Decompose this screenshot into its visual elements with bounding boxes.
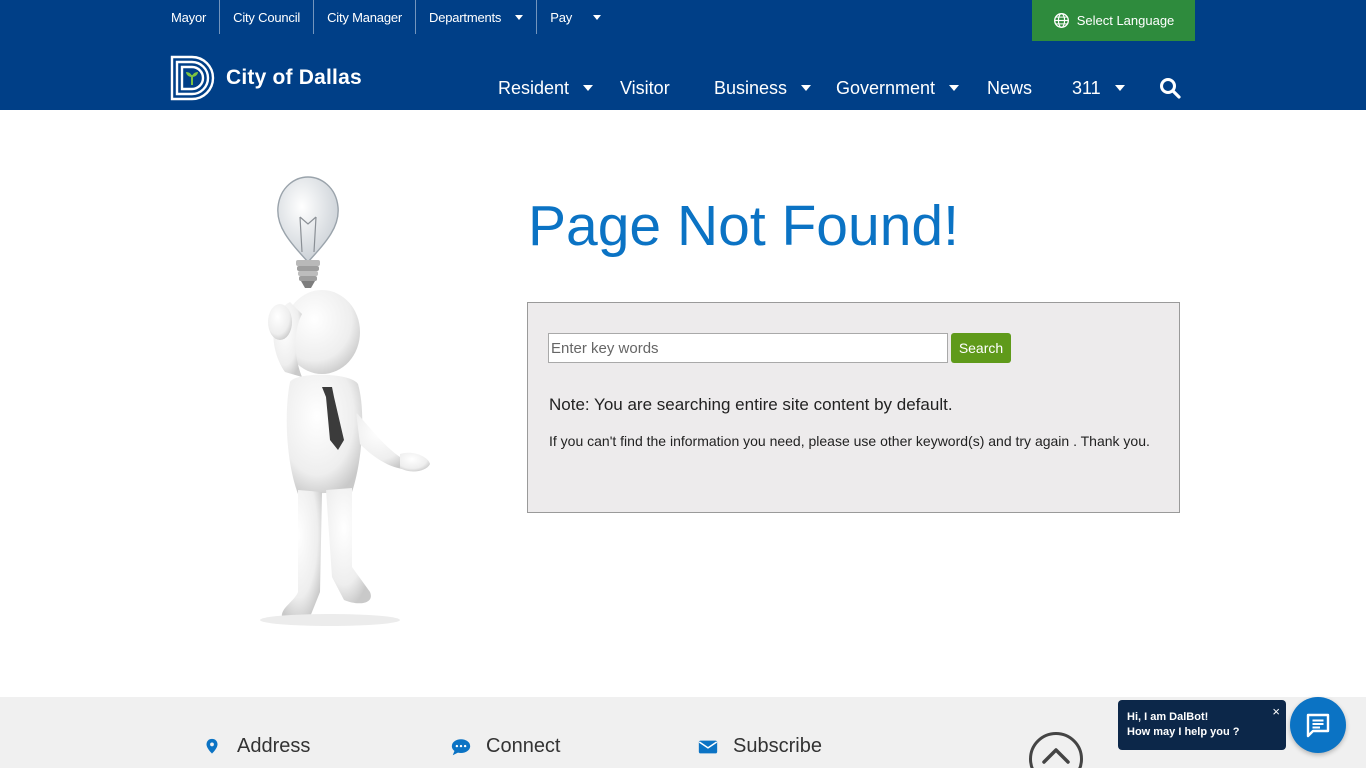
chatbot-greeting-line2: How may I help you ? bbox=[1127, 726, 1240, 738]
footer-address[interactable]: Address bbox=[201, 735, 310, 758]
chevron-up-icon bbox=[1042, 748, 1070, 764]
utility-nav: Mayor City Council City Manager Departme… bbox=[158, 0, 602, 34]
nav-item-label: Government bbox=[836, 77, 936, 98]
nav-item-visitor[interactable]: Visitor bbox=[620, 66, 670, 110]
nav-item-label: Resident bbox=[498, 77, 570, 98]
page-title: Page Not Found! bbox=[528, 194, 959, 258]
chat-icon bbox=[451, 738, 471, 755]
util-link-label: Pay bbox=[550, 9, 573, 25]
footer-address-label: Address bbox=[237, 735, 311, 757]
chatbot-launcher-button[interactable] bbox=[1290, 697, 1346, 753]
nav-item-label: 311 bbox=[1072, 77, 1101, 98]
chatbot-greeting[interactable]: Hi, I am DalBot! How may I help you ? × bbox=[1118, 700, 1286, 750]
caret-down-icon bbox=[949, 85, 960, 91]
select-language-label: Select Language bbox=[1076, 13, 1175, 28]
util-link-label: Mayor bbox=[171, 9, 207, 25]
nav-item-government[interactable]: Government bbox=[836, 66, 960, 110]
util-menu-pay[interactable]: Pay bbox=[537, 0, 602, 34]
chatbot-close-button[interactable]: × bbox=[1272, 704, 1280, 719]
util-link-city-manager[interactable]: City Manager bbox=[314, 0, 417, 34]
map-marker-icon bbox=[206, 738, 218, 754]
util-menu-departments[interactable]: Departments bbox=[416, 0, 538, 34]
caret-down-icon bbox=[583, 85, 594, 91]
caret-down-icon bbox=[593, 14, 602, 20]
site-header: Mayor City Council City Manager Departme… bbox=[0, 0, 1366, 110]
site-search-panel: Search Note: You are searching entire si… bbox=[527, 302, 1180, 513]
search-help-text: If you can't find the information you ne… bbox=[549, 433, 1150, 449]
nav-item-label: Business bbox=[714, 77, 788, 98]
nav-item-news[interactable]: News bbox=[987, 66, 1032, 110]
globe-icon bbox=[1053, 13, 1069, 28]
chatbot-greeting-line1: Hi, I am DalBot! bbox=[1127, 711, 1209, 723]
util-link-mayor[interactable]: Mayor bbox=[158, 0, 221, 34]
footer-subscribe[interactable]: Subscribe bbox=[697, 735, 822, 758]
search-icon[interactable] bbox=[1158, 76, 1182, 100]
select-language-button[interactable]: Select Language bbox=[1032, 0, 1195, 41]
search-note: Note: You are searching entire site cont… bbox=[549, 395, 953, 414]
search-button[interactable]: Search bbox=[951, 333, 1011, 363]
nav-item-resident[interactable]: Resident bbox=[498, 66, 594, 110]
footer-connect[interactable]: Connect bbox=[450, 735, 561, 758]
util-link-label: City Council bbox=[233, 9, 301, 25]
nav-item-business[interactable]: Business bbox=[714, 66, 812, 110]
footer-subscribe-label: Subscribe bbox=[733, 735, 822, 757]
envelope-icon bbox=[698, 740, 718, 753]
caret-down-icon bbox=[515, 14, 524, 20]
nav-item-label: News bbox=[987, 77, 1033, 98]
nav-item-label: Visitor bbox=[620, 77, 670, 98]
search-input[interactable] bbox=[548, 333, 948, 363]
util-link-label: City Manager bbox=[327, 9, 403, 25]
caret-down-icon bbox=[1114, 85, 1125, 91]
footer-connect-label: Connect bbox=[486, 735, 561, 757]
caret-down-icon bbox=[801, 85, 812, 91]
lightbulb-figure-illustration bbox=[260, 176, 430, 626]
util-link-label: Departments bbox=[429, 9, 502, 25]
nav-item-311[interactable]: 311 bbox=[1072, 66, 1125, 110]
util-link-city-council[interactable]: City Council bbox=[220, 0, 315, 34]
message-icon bbox=[1306, 713, 1330, 738]
